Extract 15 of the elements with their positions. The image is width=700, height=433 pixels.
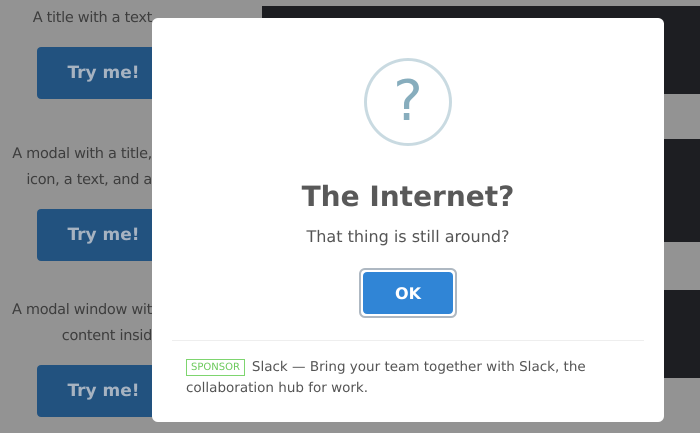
ok-button[interactable]: OK — [363, 272, 453, 314]
modal-title: The Internet? — [302, 180, 514, 213]
sponsor-text[interactable]: collaboration hub for work. — [186, 378, 618, 399]
description-text: A modal with a title, — [11, 145, 152, 164]
try-button[interactable]: Try me! — [37, 365, 152, 417]
description-text: A modal window wit — [10, 301, 152, 320]
try-button[interactable]: Try me! — [37, 47, 152, 99]
description-text: icon, a text, and a — [25, 171, 152, 190]
sponsor-text[interactable]: Slack — Bring your team together with Slack, the — [252, 357, 586, 378]
question-icon: ? — [364, 58, 452, 146]
modal-text: That thing is still around? — [306, 227, 510, 246]
try-button[interactable]: Try me! — [37, 209, 152, 261]
description-text: A title with a text — [32, 9, 152, 28]
sponsor-tag: SPONSOR — [186, 359, 245, 376]
description-text: content insid — [60, 327, 152, 346]
